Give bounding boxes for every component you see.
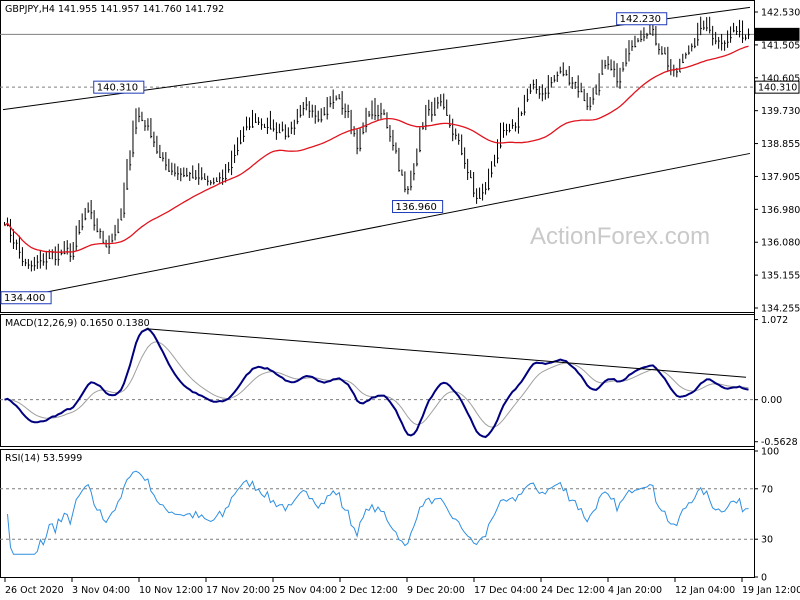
rsi-tick-label: 0 — [761, 573, 767, 584]
price-tag-label-0: 141.792 — [758, 30, 797, 41]
x-tick-label: 10 Nov 12:00 — [139, 585, 203, 596]
x-tick-label: 4 Jan 20:00 — [608, 585, 662, 596]
x-axis: 26 Oct 2020 3 Nov 04:00 10 Nov 12:00 17 Nov… — [4, 578, 800, 596]
rsi-tick-label: 30 — [761, 535, 773, 546]
x-tick-label: 24 Dec 12:00 — [541, 585, 605, 596]
x-tick-label: 26 Oct 2020 — [5, 585, 64, 596]
x-tick-label: 9 Dec 20:00 — [407, 585, 465, 596]
x-tick-label: 17 Dec 04:00 — [474, 585, 538, 596]
rsi-tick-label: 100 — [761, 447, 779, 458]
x-tick-label: 3 Nov 04:00 — [72, 585, 130, 596]
chart-root: ActionForex.com 134.400 140.310 136.960 142… — [0, 0, 800, 596]
y-tick-label: 137.905 — [761, 172, 800, 183]
y-tick-label: 139.730 — [761, 106, 800, 117]
rsi-title: RSI(14) 53.5999 — [5, 453, 82, 464]
macd-tick-label: 1.072 — [761, 315, 788, 326]
y-tick-label: 134.255 — [761, 304, 800, 315]
y-tick-label: 141.505 — [761, 40, 800, 51]
x-tick-label: 17 Nov 20:00 — [206, 585, 270, 596]
y-tick-label: 142.530 — [761, 8, 800, 19]
x-tick-label: 25 Nov 04:00 — [273, 585, 337, 596]
macd-panel-frame — [0, 314, 755, 447]
main-panel-frame — [0, 0, 755, 313]
annotation-label-3: 142.230 — [620, 14, 661, 25]
x-tick-label: 19 Jan 12:00 — [742, 585, 800, 596]
y-tick-label: 138.855 — [761, 139, 800, 150]
x-tick-label: 12 Jan 04:00 — [675, 585, 735, 596]
annotation-label-1: 140.310 — [97, 83, 138, 94]
rsi-panel-frame — [0, 449, 755, 578]
price-tags: 141.792 140.310 — [754, 27, 800, 94]
y-tick-label: 136.980 — [761, 205, 800, 216]
macd-title: MACD(12,26,9) 0.1650 0.1380 — [5, 318, 150, 329]
y-tick-label: 136.080 — [761, 238, 800, 249]
main-title: GBPJPY,H4 141.955 141.957 141.760 141.79… — [5, 4, 224, 15]
watermark: ActionForex.com — [530, 223, 710, 250]
price-tag-label-1: 140.310 — [758, 83, 797, 94]
rsi-tick-label: 70 — [761, 484, 773, 495]
annotation-label-2: 136.960 — [396, 202, 437, 213]
macd-tick-label: 0.00 — [761, 395, 782, 406]
x-tick-label: 2 Dec 12:00 — [340, 585, 398, 596]
main-y-axis: 142.530141.505140.605139.730138.855137.9… — [754, 8, 800, 315]
annotation-label-0: 134.400 — [4, 293, 45, 304]
y-tick-label: 135.155 — [761, 271, 800, 282]
